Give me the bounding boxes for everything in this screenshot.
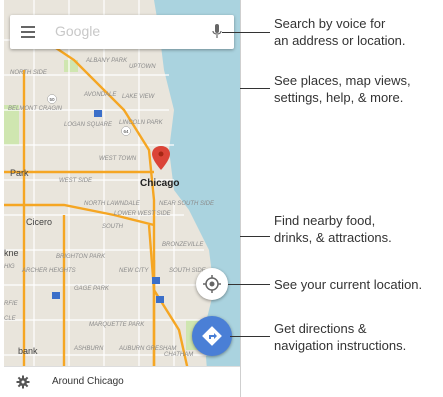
- phone-screen: 50 64 ALBANY PARK UPTOWN NORTH SIDE AVON…: [4, 0, 241, 397]
- callout-text: an address or location.: [274, 33, 406, 48]
- bottom-sheet[interactable]: Around Chicago: [4, 366, 240, 397]
- my-location-icon: [203, 275, 221, 293]
- map-label: ARCHER HEIGHTS: [21, 268, 76, 274]
- callout-line-location: [228, 284, 270, 285]
- map-label: SOUTH: [102, 224, 124, 230]
- callout-directions: Get directions & navigation instructions…: [274, 320, 406, 354]
- map-label: CHATHAM: [164, 352, 193, 358]
- map-label: ALBANY PARK: [85, 58, 128, 64]
- map-label: GAGE PARK: [74, 286, 110, 292]
- map-label: RFIE: [4, 301, 19, 307]
- map-label: ASHBURN: [73, 346, 104, 352]
- map-label: LAKE VIEW: [122, 94, 156, 100]
- map-label-bank: bank: [18, 346, 38, 356]
- gear-icon[interactable]: [16, 375, 30, 389]
- map-label: WEST TOWN: [99, 156, 137, 162]
- route-shield: 50: [49, 97, 55, 102]
- search-input[interactable]: Google: [55, 23, 100, 39]
- map-label: HIG: [4, 264, 15, 270]
- directions-icon: [202, 326, 222, 346]
- map-label: LOGAN SQUARE: [64, 122, 113, 128]
- map-label: NORTH SIDE: [10, 70, 48, 76]
- map-label-cicero: Cicero: [26, 217, 52, 227]
- callout-nearby: Find nearby food, drinks, & attractions.: [274, 212, 392, 246]
- map-label: NEW CITY: [119, 268, 149, 274]
- map-label: AVONDALE: [83, 92, 117, 98]
- callout-text: drinks, & attractions.: [274, 230, 392, 245]
- city-label: Chicago: [140, 178, 179, 189]
- map-label: NEAR SOUTH SIDE: [159, 201, 215, 207]
- route-shield: 64: [123, 129, 129, 134]
- around-label: Around Chicago: [52, 376, 124, 387]
- map-label-kne: kne: [4, 248, 19, 258]
- callout-location: See your current location.: [274, 276, 422, 293]
- callout-text: Find nearby food,: [274, 213, 376, 228]
- callout-menu: See places, map views, settings, help, &…: [274, 72, 411, 106]
- map-label: LINCOLN PARK: [119, 120, 164, 126]
- map-label: UPTOWN: [129, 64, 156, 70]
- callout-text: Get directions &: [274, 321, 367, 336]
- map-label: BRONZEVILLE: [162, 242, 204, 248]
- callout-text: See your current location.: [274, 277, 423, 292]
- callout-line-directions: [230, 336, 270, 337]
- callout-line-menu: [240, 88, 270, 89]
- callout-text: settings, help, & more.: [274, 90, 404, 105]
- map-label: LOWER WEST SIDE: [114, 211, 172, 217]
- callout-text: See places, map views,: [274, 73, 411, 88]
- my-location-button[interactable]: [196, 268, 228, 300]
- map-label: WEST SIDE: [59, 178, 93, 184]
- callout-line-voice: [222, 32, 270, 33]
- menu-icon[interactable]: [21, 26, 35, 38]
- callout-text: navigation instructions.: [274, 338, 407, 353]
- map-label: BELMONT CRAGIN: [8, 106, 63, 112]
- search-bar[interactable]: Google: [10, 15, 234, 49]
- map-label: MARQUETTE PARK: [89, 322, 145, 328]
- map-label: NORTH LAWNDALE: [84, 201, 141, 207]
- callout-voice: Search by voice for an address or locati…: [274, 15, 406, 49]
- map-label-park: Park: [10, 168, 29, 178]
- directions-button[interactable]: [192, 316, 232, 356]
- map-label: CLE: [4, 316, 17, 322]
- callout-text: Search by voice for: [274, 16, 386, 31]
- callout-line-nearby: [240, 236, 270, 237]
- map-label: BRIGHTON PARK: [56, 254, 106, 260]
